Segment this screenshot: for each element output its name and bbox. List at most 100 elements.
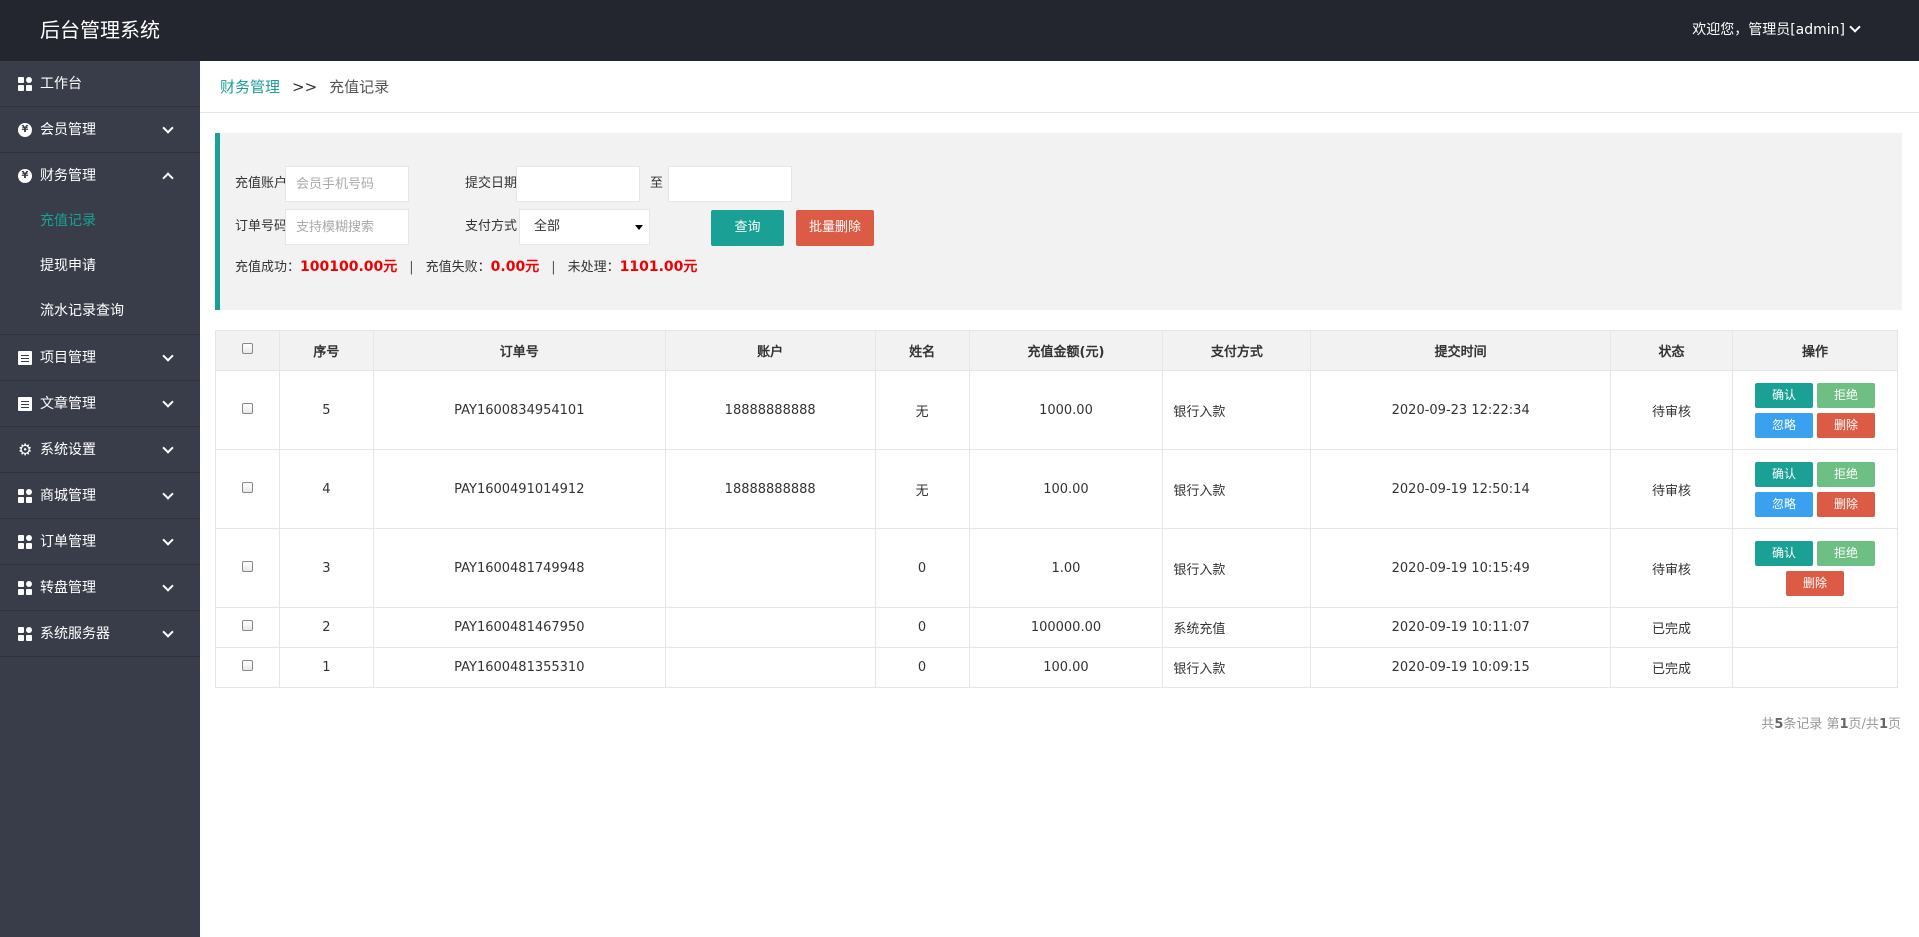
select-all-checkbox[interactable] — [241, 343, 253, 354]
sidebar-item-label: 系统设置 — [40, 442, 96, 458]
account-search-input[interactable] — [285, 166, 409, 202]
reject-button[interactable]: 拒绝 — [1816, 540, 1875, 566]
finance-submenu: 充值记录 提现申请 流水记录查询 — [0, 199, 200, 335]
cell-time: 2020-09-23 12:22:34 — [1310, 370, 1612, 450]
row-checkbox[interactable] — [241, 402, 253, 414]
table-row: 4 PAY1600491014912 18888888888 无 100.00 … — [215, 449, 1899, 529]
row-checkbox[interactable] — [241, 620, 253, 631]
cell-no: 5 — [278, 370, 374, 450]
batch-delete-button[interactable]: 批量删除 — [796, 210, 874, 246]
sidebar: 工作台 ¥ 会员管理 ¥ 财务管理 充值记录 提现申请 流水记录查询 项目管理 … — [0, 61, 200, 937]
cell-name: 0 — [874, 647, 970, 688]
grid-icon — [18, 489, 32, 503]
sidebar-subitem-flow-records[interactable]: 流水记录查询 — [0, 289, 200, 334]
row-checkbox[interactable] — [241, 660, 253, 671]
cell-order: PAY1600834954101 — [372, 370, 666, 450]
chevron-down-icon — [162, 350, 174, 362]
top-header: 后台管理系统 欢迎您，管理员[admin] — [0, 0, 1919, 61]
sidebar-item-workbench[interactable]: 工作台 — [0, 61, 200, 107]
sidebar-item-articles[interactable]: 文章管理 — [0, 381, 200, 427]
end-date-input[interactable] — [668, 166, 792, 202]
grid-icon — [18, 77, 32, 91]
ignore-button[interactable]: 忽略 — [1754, 412, 1813, 438]
query-button[interactable]: 查询 — [711, 210, 784, 246]
date-to-label: 至 — [650, 176, 664, 191]
success-value: 100100.00元 — [300, 259, 398, 275]
row-checkbox[interactable] — [241, 481, 253, 493]
cell-time: 2020-09-19 10:11:07 — [1310, 607, 1612, 648]
document-icon — [18, 351, 32, 365]
confirm-button[interactable]: 确认 — [1754, 540, 1813, 566]
user-greeting: 欢迎您，管理员[admin] — [1692, 22, 1845, 38]
sidebar-item-orders[interactable]: 订单管理 — [0, 519, 200, 565]
sidebar-item-label: 工作台 — [40, 76, 82, 92]
pay-method-select[interactable]: 全部 — [519, 209, 650, 245]
cell-amount: 100.00 — [968, 449, 1164, 529]
grid-icon — [18, 535, 32, 549]
pagination-info: 共5条记录 第1页/共1页 — [1761, 713, 1901, 732]
cell-actions: 确认 拒绝 忽略 删除 — [1731, 449, 1899, 529]
sidebar-subitem-withdraw-requests[interactable]: 提现申请 — [0, 244, 200, 289]
cell-amount: 100000.00 — [968, 607, 1164, 648]
pager-text: 页/共 — [1848, 717, 1879, 732]
confirm-button[interactable]: 确认 — [1754, 382, 1813, 408]
chevron-down-icon — [162, 580, 174, 592]
sidebar-item-wheel[interactable]: 转盘管理 — [0, 565, 200, 611]
cell-account: 18888888888 — [664, 370, 876, 450]
order-label: 订单号码 — [235, 219, 288, 234]
delete-button[interactable]: 删除 — [1816, 491, 1875, 517]
yen-circle-icon: ¥ — [18, 123, 32, 137]
confirm-button[interactable]: 确认 — [1754, 461, 1813, 487]
table-row: 3 PAY1600481749948 0 1.00 银行入款 2020-09-1… — [215, 528, 1899, 608]
reject-button[interactable]: 拒绝 — [1816, 461, 1875, 487]
breadcrumb-parent-link[interactable]: 财务管理 — [220, 78, 280, 96]
sidebar-item-finance[interactable]: ¥ 财务管理 — [0, 153, 200, 199]
cell-status: 已完成 — [1610, 647, 1733, 688]
column-header: 充值金额(元) — [968, 330, 1164, 371]
row-checkbox[interactable] — [241, 560, 253, 572]
sidebar-item-projects[interactable]: 项目管理 — [0, 335, 200, 381]
sidebar-item-shop[interactable]: 商城管理 — [0, 473, 200, 519]
sidebar-item-label: 项目管理 — [40, 350, 96, 366]
stats-divider: | — [409, 260, 414, 275]
sidebar-item-servers[interactable]: 系统服务器 — [0, 611, 200, 657]
date-label: 提交日期 — [465, 176, 518, 191]
reject-button[interactable]: 拒绝 — [1816, 382, 1875, 408]
fail-label: 充值失败： — [425, 260, 491, 275]
cell-no: 4 — [278, 449, 374, 529]
sidebar-item-label: 系统服务器 — [40, 626, 110, 642]
ignore-button[interactable]: 忽略 — [1754, 491, 1813, 517]
cell-account — [664, 528, 876, 608]
column-header: 账户 — [664, 330, 876, 371]
cell-time: 2020-09-19 10:09:15 — [1310, 647, 1612, 688]
order-search-input[interactable] — [285, 209, 409, 245]
cell-time: 2020-09-19 10:15:49 — [1310, 528, 1612, 608]
gear-icon: ⚙ — [18, 440, 33, 459]
table-row: 1 PAY1600481355310 0 100.00 银行入款 2020-09… — [215, 647, 1899, 688]
chevron-down-icon — [1849, 21, 1861, 33]
app-title: 后台管理系统 — [40, 18, 160, 42]
sidebar-item-label: 文章管理 — [40, 396, 96, 412]
pager-total-pages: 1 — [1878, 717, 1888, 732]
sidebar-item-label: 转盘管理 — [40, 580, 96, 596]
sidebar-subitem-recharge-records[interactable]: 充值记录 — [0, 199, 200, 244]
pager-total: 5 — [1774, 717, 1784, 732]
cell-name: 0 — [874, 607, 970, 648]
sidebar-item-members[interactable]: ¥ 会员管理 — [0, 107, 200, 153]
cell-account: 18888888888 — [664, 449, 876, 529]
delete-button[interactable]: 删除 — [1785, 570, 1844, 596]
column-header: 姓名 — [874, 330, 970, 371]
delete-button[interactable]: 删除 — [1816, 412, 1875, 438]
start-date-input[interactable] — [516, 166, 640, 202]
column-header: 支付方式 — [1162, 330, 1312, 371]
column-header: 订单号 — [372, 330, 666, 371]
row-select-cell — [215, 370, 280, 450]
pay-method-selected: 全部 — [534, 219, 561, 234]
sidebar-item-settings[interactable]: ⚙ 系统设置 — [0, 427, 200, 473]
main-content: 财务管理 >> 充值记录 充值账户 提交日期 至 订单号码 支付方式 全部 查询 批… — [200, 61, 1919, 937]
pager-text: 页 — [1887, 717, 1901, 732]
column-header: 操作 — [1731, 330, 1899, 371]
cell-status: 已完成 — [1610, 607, 1733, 648]
user-menu[interactable]: 欢迎您，管理员[admin] — [1692, 0, 1861, 61]
success-label: 充值成功： — [235, 260, 301, 275]
